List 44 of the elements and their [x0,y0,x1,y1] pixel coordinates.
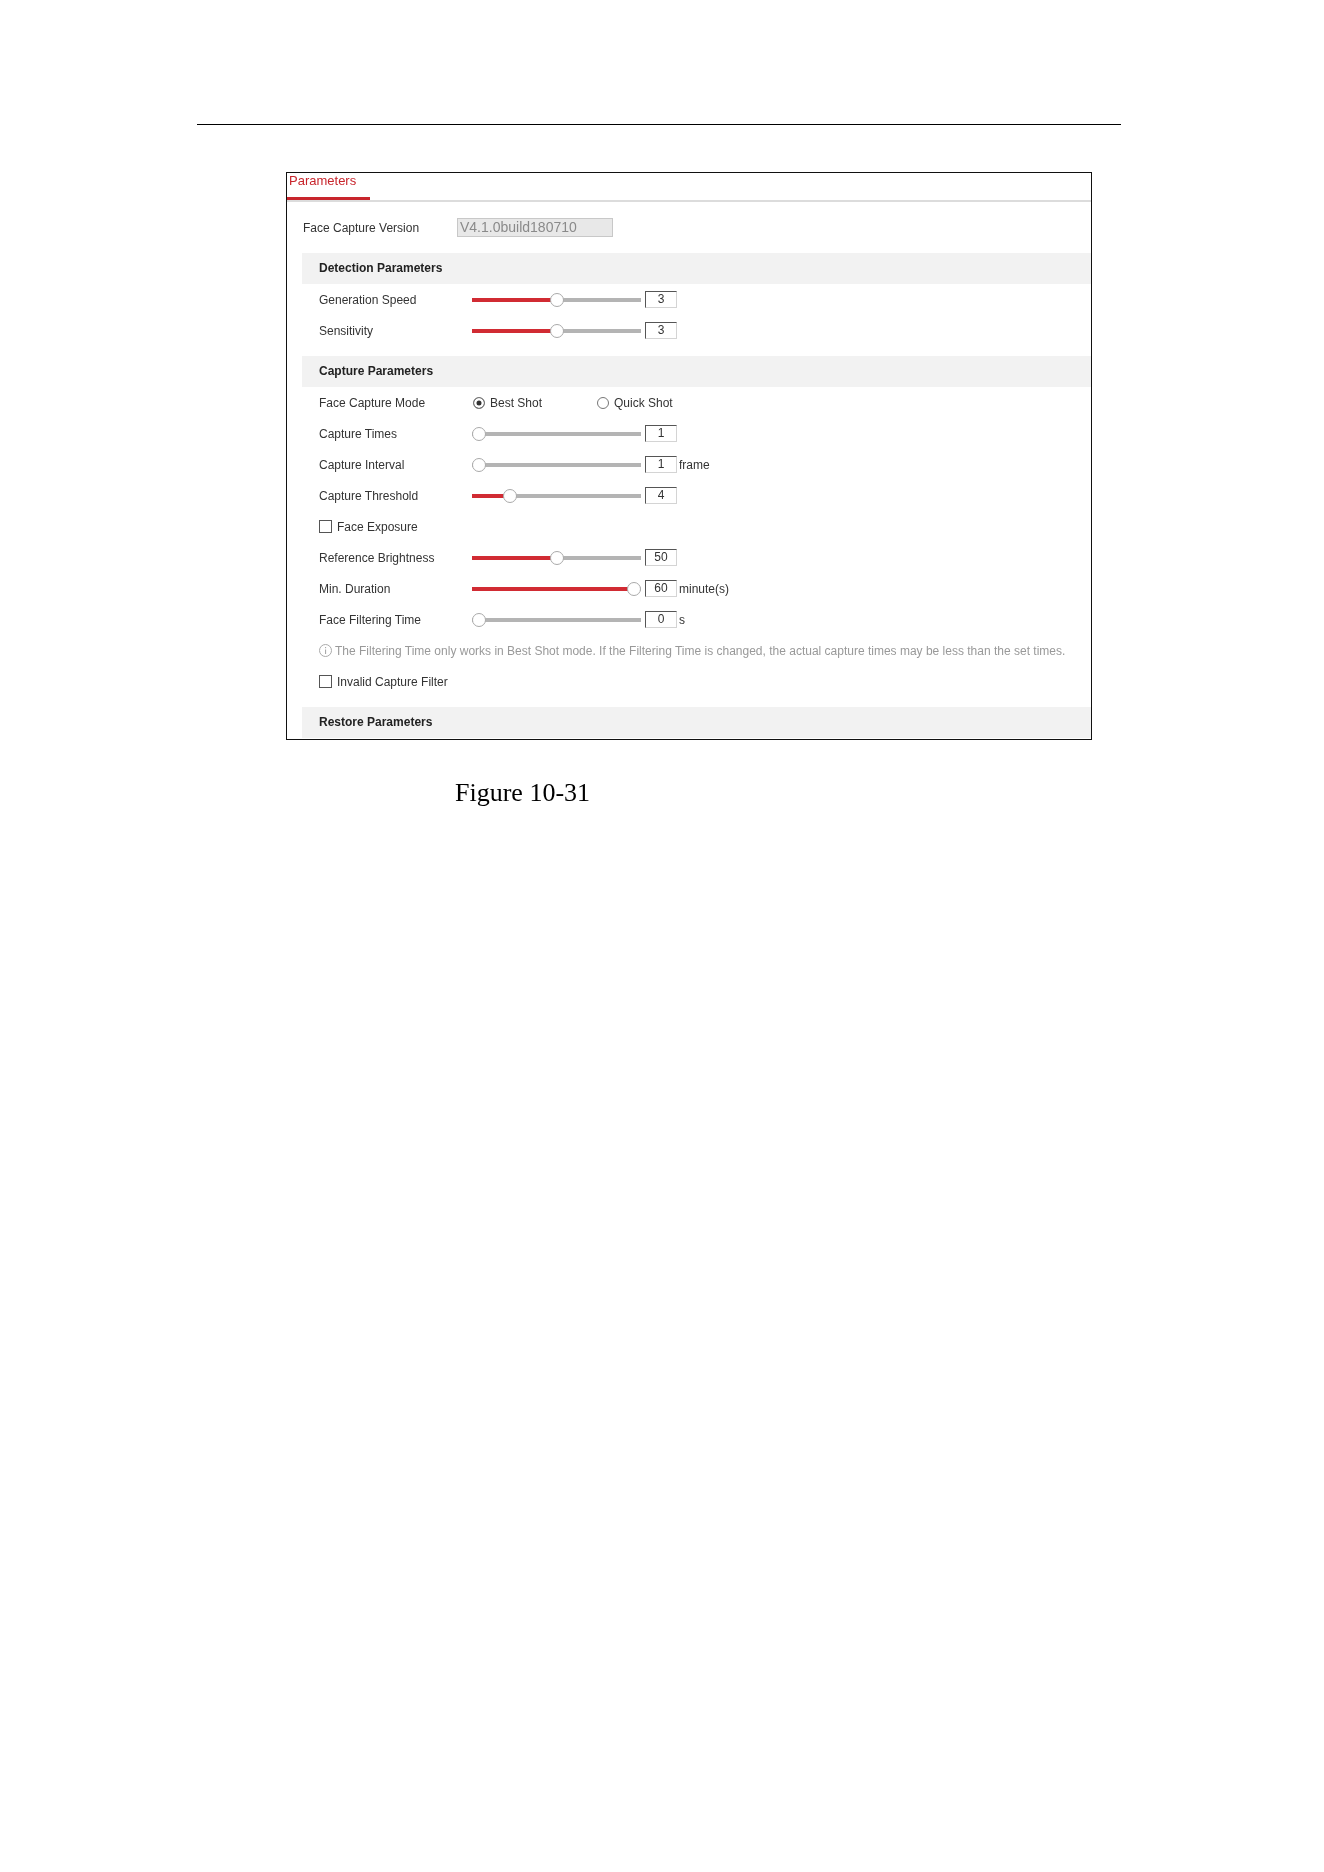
section-header: Capture Parameters [302,356,1091,387]
value-field[interactable]: 4 [645,487,677,504]
value-field[interactable]: 60 [645,580,677,597]
tab[interactable]: Parameters [287,173,371,200]
unit-label: minute(s) [679,581,729,596]
field-label: Reference Brightness [319,550,436,565]
radio-option[interactable]: Quick Shot [596,395,720,410]
value-field[interactable]: 1 [645,456,677,473]
value-field[interactable]: 1 [645,425,677,442]
info-note: The Filtering Time only works in Best Shot mode. If the Filtering Time is changed, the actual capture times may be less than the set times. [335,643,1066,658]
info-icon [319,644,332,657]
slider-thumb[interactable] [503,488,517,503]
section-header: Detection Parameters [302,253,1091,284]
radio-button[interactable] [597,396,609,409]
figure-caption: Figure 10-31 [455,778,591,808]
unit-label: frame [679,457,710,472]
field-label: Face Capture Mode [319,395,427,410]
slider-thumb[interactable] [549,550,564,565]
radio-option[interactable]: Best Shot [472,395,596,410]
field-label: Generation Speed [319,292,418,307]
field-label: Sensitivity [319,323,375,338]
field-label: Face Filtering Time [319,612,423,627]
slider-thumb[interactable] [549,292,564,307]
section-header: Restore Parameters [302,707,1091,738]
value-field[interactable]: 50 [645,549,677,566]
checkbox-option[interactable]: Face Exposure [319,519,418,534]
checkbox[interactable] [319,675,332,688]
checkbox-option[interactable]: Invalid Capture Filter [319,674,448,689]
slider-thumb[interactable] [627,581,641,596]
slider-thumb[interactable] [549,323,564,338]
checkbox[interactable] [319,520,332,533]
value-field[interactable]: 3 [645,291,677,308]
value-field[interactable]: 0 [645,611,677,628]
field-label: Capture Times [319,426,399,441]
unit-label: s [679,612,685,627]
field-label: Min. Duration [319,581,392,596]
field-label: Capture Interval [319,457,406,472]
field-label: Capture Threshold [319,488,420,503]
value-field[interactable]: 3 [645,322,677,339]
radio-button[interactable] [473,396,485,409]
slider-thumb[interactable] [472,426,486,441]
slider-thumb[interactable] [472,457,486,472]
slider-thumb[interactable] [472,612,486,627]
field-label: Face Capture Version [303,220,421,235]
